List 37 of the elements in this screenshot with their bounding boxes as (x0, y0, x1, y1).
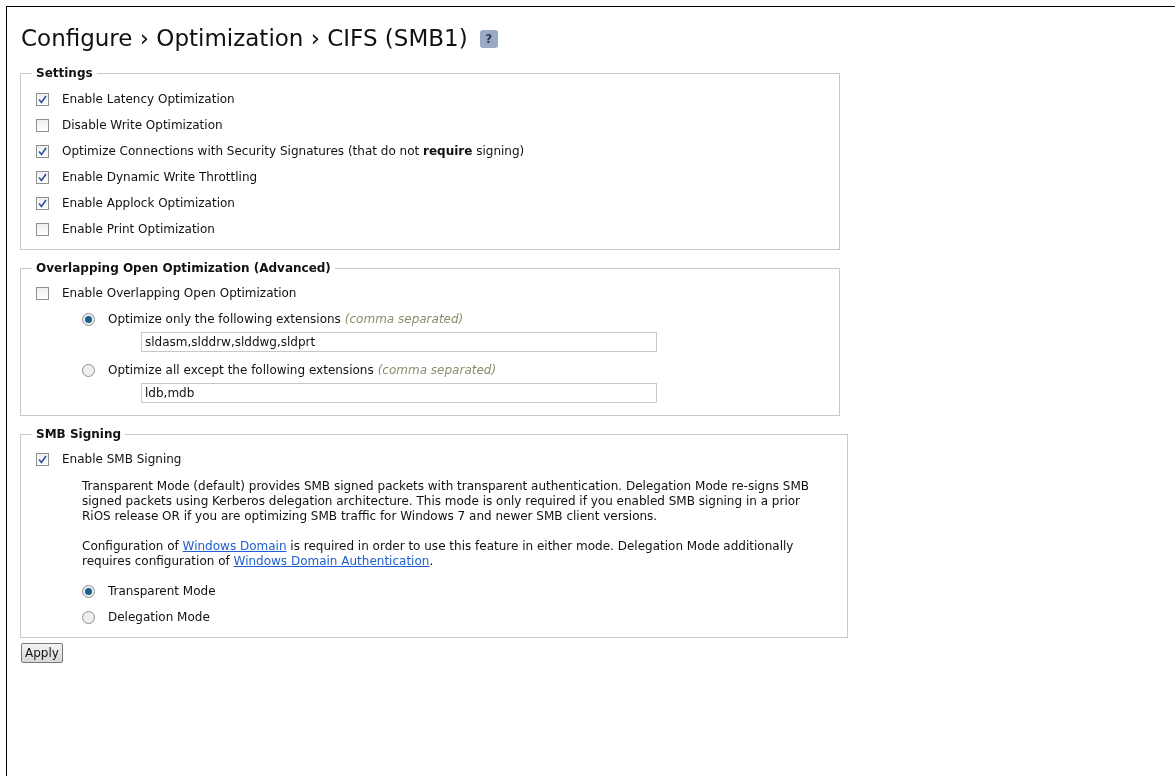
checkbox-label: Enable Latency Optimization (62, 91, 235, 108)
radio-button[interactable] (82, 610, 95, 624)
checkbox[interactable] (36, 144, 49, 158)
page-title: Configure › Optimization › CIFS (SMB1) (21, 27, 468, 50)
checkbox-label: Enable Dynamic Write Throttling (62, 169, 258, 186)
description-text: Transparent Mode (default) provides SMB signed packets with transparent authentication. Delegation Mode re-signs SMB signed packets using Kerberos delegation architecture. This mode is only required if you enabled SMB signing in a prior RiOS release OR if you are optimizing SMB traffic for Windows 7 and newer SMB client versions. (82, 479, 810, 524)
checkbox[interactable] (36, 286, 49, 300)
checkbox[interactable] (36, 170, 49, 184)
checkbox[interactable] (36, 222, 49, 236)
help-button[interactable]: ? (479, 29, 498, 48)
extensions-field[interactable]: sldasm,slddrw,slddwg,sldprt (141, 332, 657, 352)
radio-label: Delegation Mode (108, 609, 210, 625)
checkbox-label: Enable SMB Signing (62, 451, 182, 468)
radio-label: Transparent Mode (108, 583, 216, 599)
radio-label: Optimize all except the following extensions (108, 362, 374, 379)
checkbox[interactable] (36, 452, 49, 466)
radio-button[interactable] (82, 363, 95, 377)
checkbox-label: Enable Applock Optimization (62, 195, 235, 212)
checkbox[interactable] (36, 92, 49, 106)
radio-button[interactable] (82, 584, 95, 598)
section-title: SMB Signing (35, 426, 123, 443)
checkbox-label: Disable Write Optimization (62, 117, 223, 134)
checkbox-label: Optimize Connections with Security Signatures (that do not require signing) (62, 143, 525, 160)
link[interactable]: Windows Domain (182, 539, 287, 553)
hint-text: (comma separated) (377, 362, 497, 379)
hint-text: (comma separated) (344, 311, 464, 328)
checkbox-label: Enable Print Optimization (62, 221, 215, 238)
note-text: Configuration of Windows Domain is required in order to use this feature in either mode. Delegation Mode additionally requires configuration of Windows Domain Authentication. (82, 539, 795, 569)
checkbox[interactable] (36, 196, 49, 210)
radio-button[interactable] (82, 312, 95, 326)
apply-button[interactable]: Apply (21, 643, 63, 663)
checkbox[interactable] (36, 118, 49, 132)
section-title: Settings (35, 65, 94, 82)
radio-label: Optimize only the following extensions (108, 311, 341, 328)
extensions-field[interactable]: ldb,mdb (141, 383, 657, 403)
checkbox-label: Enable Overlapping Open Optimization (62, 285, 297, 302)
section-title: Overlapping Open Optimization (Advanced) (35, 260, 332, 277)
